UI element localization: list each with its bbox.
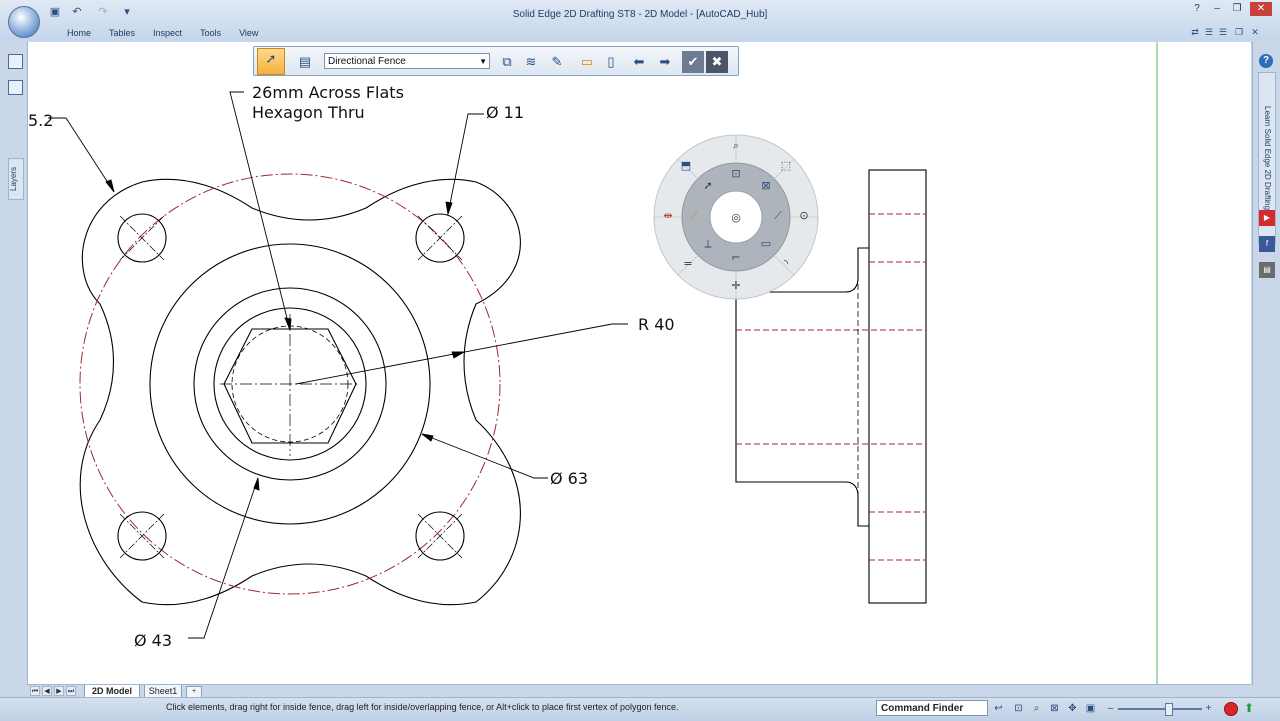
annotation-hex-line2: Hexagon Thru <box>252 103 365 122</box>
accept-icon[interactable]: ✔ <box>682 51 704 73</box>
library-icon[interactable] <box>8 80 23 95</box>
ribbon-option-icon[interactable]: ⇄ <box>1190 27 1200 37</box>
close-button[interactable]: ✕ <box>1250 2 1272 16</box>
side-hub-bottom <box>735 292 869 527</box>
prev-sheet-icon[interactable]: ◀ <box>42 686 52 696</box>
window-title: Solid Edge 2D Drafting ST8 - 2D Model - … <box>512 9 768 20</box>
doc-close-icon[interactable]: ✕ <box>1250 27 1260 37</box>
command-finder-input[interactable]: Command Finder <box>876 700 988 716</box>
zoom-in-icon[interactable]: + <box>1202 702 1215 715</box>
command-finder-go-icon[interactable]: ↩ <box>992 702 1005 715</box>
zoom-slider-track <box>1118 708 1202 710</box>
minimize-button[interactable]: – <box>1206 2 1228 16</box>
circle-select-icon: ◎ <box>731 211 741 224</box>
view-icon[interactable]: ▣ <box>1084 702 1097 715</box>
zoom-area-icon: ⊡ <box>731 167 740 180</box>
fit-icon: ⬚ <box>781 159 791 172</box>
layer-icon: ⬒ <box>681 159 691 172</box>
tab-tools[interactable]: Tools <box>191 28 230 38</box>
right-dock: ? Learn Solid Edge 2D Drafting ▶ f ▤ <box>1252 42 1280 685</box>
zoom-area-icon[interactable]: ⊡ <box>1012 702 1025 715</box>
crosshair-icon: ✛ <box>731 279 740 292</box>
line-icon: ⟋ <box>774 209 782 222</box>
annotation-hole-dia: Ø 11 <box>486 103 524 122</box>
annotation-partial: 5.2 <box>28 111 53 130</box>
title-bar: ▣ ↶ ↷ ▾ Solid Edge 2D Drafting ST8 - 2D … <box>0 0 1280 43</box>
tab-view[interactable]: View <box>230 28 267 38</box>
tab-inspect[interactable]: Inspect <box>144 28 191 38</box>
highlight-icon[interactable]: ✎ <box>546 51 568 73</box>
ribbon-tabs: Home Tables Inspect Tools View <box>60 28 267 38</box>
leaders <box>48 91 628 639</box>
zoom-slider-thumb[interactable] <box>1165 703 1174 716</box>
side-flange <box>868 169 927 604</box>
equal-icon: = <box>683 257 692 270</box>
pathfinder-icon[interactable] <box>8 54 23 69</box>
bolt-holes <box>117 213 465 561</box>
status-bar: Click elements, drag right for inside fe… <box>0 697 1280 721</box>
ribbon-menu-icon[interactable]: ☰ <box>1204 27 1214 37</box>
annotation-dia-43: Ø 43 <box>134 631 172 650</box>
rect-icon: ▭ <box>761 237 771 250</box>
tab-tables[interactable]: Tables <box>100 28 144 38</box>
fillet-icon: ⌐ <box>731 251 740 264</box>
hole-centerlines <box>119 215 463 559</box>
fence-mode-value: Directional Fence <box>328 56 406 67</box>
upload-icon[interactable]: ⬆ <box>1242 701 1256 715</box>
last-sheet-icon[interactable]: ⏭ <box>66 686 76 696</box>
main-centerlines <box>220 314 360 456</box>
annotation-hex-line1: 26mm Across Flats <box>252 83 404 102</box>
ribbon-list-icon[interactable]: ☰ <box>1218 27 1228 37</box>
zoom-icon[interactable]: ⌕ <box>1030 702 1043 715</box>
help-icon[interactable]: ? <box>1259 54 1273 68</box>
circle-icon: ⊙ <box>799 209 808 222</box>
cancel-icon[interactable]: ✖ <box>706 51 728 73</box>
annotation-dia-63: Ø 63 <box>550 469 588 488</box>
select-tool-icon[interactable]: ➚ <box>257 48 285 75</box>
pan-icon[interactable]: ✥ <box>1066 702 1079 715</box>
inside-fence-icon[interactable]: ▭ <box>576 51 598 73</box>
relate-icon: ⟂ <box>704 237 712 250</box>
zoom-extent-icon: ⊠ <box>761 179 770 192</box>
tab-home[interactable]: Home <box>60 28 100 38</box>
smart-dim-icon: ⟋ <box>690 209 698 222</box>
dimension-icon: ⇹ <box>663 209 672 222</box>
prompt-text: Click elements, drag right for inside fe… <box>166 702 679 712</box>
select-command-bar: ➚ ▤ Directional Fence ▼ ⧉ ≋ ✎ ▭ ▯ ⬅ ➡ ✔ … <box>253 46 739 76</box>
annotation-radius: R 40 <box>638 315 675 334</box>
layers-tab[interactable]: Layers <box>8 158 24 200</box>
next-sheet-icon[interactable]: ▶ <box>54 686 64 696</box>
options-icon[interactable]: ▤ <box>294 51 316 73</box>
filter-icon[interactable]: ≋ <box>520 51 542 73</box>
restore-button[interactable]: ❐ <box>1226 2 1248 16</box>
zoom-out-icon[interactable]: – <box>1104 702 1117 715</box>
record-icon[interactable] <box>1224 702 1238 716</box>
first-sheet-icon[interactable]: ⏮ <box>30 686 40 696</box>
select-layer-icon[interactable]: ⧉ <box>496 51 518 73</box>
drawing-sheet[interactable]: 26mm Across Flats Hexagon Thru Ø 11 5.2 … <box>28 42 1251 685</box>
radial-menu: ⌕ ⬒ ⬚ ⊡ ➚ ⊠ ⇹ ⟋ ⟋ ⊙ ⟂ ▭ = ⌐ ◝ ✛ ◎ <box>652 133 820 301</box>
help-button[interactable]: ? <box>1186 2 1208 16</box>
overlap-fence-icon[interactable]: ▯ <box>600 51 622 73</box>
next-icon[interactable]: ➡ <box>654 51 676 73</box>
flange-outline <box>79 178 521 606</box>
doc-restore-icon[interactable]: ❐ <box>1234 27 1244 37</box>
arc-icon: ◝ <box>783 257 789 270</box>
sheet-tab-bar: ⏮ ◀ ▶ ⏭ 2D Model Sheet1 + <box>28 684 1251 698</box>
zoom-icon: ⌕ <box>733 139 739 152</box>
gallery-icon[interactable]: ▤ <box>1259 262 1275 278</box>
chevron-down-icon: ▼ <box>479 57 487 66</box>
select-icon: ➚ <box>703 179 712 192</box>
drawing-canvas[interactable]: 26mm Across Flats Hexagon Thru Ø 11 5.2 … <box>28 42 1251 685</box>
zoom-slider[interactable]: – + <box>1104 702 1216 716</box>
fit-icon[interactable]: ⊠ <box>1048 702 1061 715</box>
facebook-icon[interactable]: f <box>1259 236 1275 252</box>
youtube-icon[interactable]: ▶ <box>1259 210 1275 226</box>
previous-icon[interactable]: ⬅ <box>628 51 650 73</box>
left-dock: Layers <box>0 42 28 685</box>
fence-mode-dropdown[interactable]: Directional Fence ▼ <box>324 53 490 69</box>
